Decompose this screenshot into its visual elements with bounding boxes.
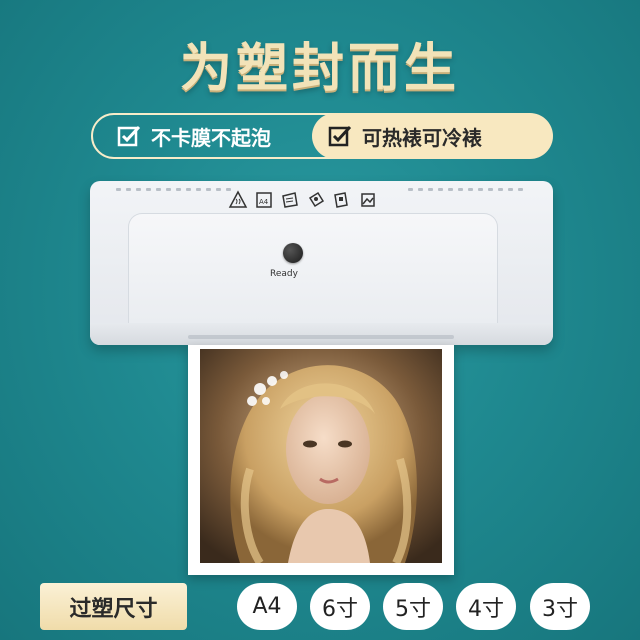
vent-right bbox=[408, 188, 523, 191]
feature-bar: 不卡膜不起泡 可热裱可冷裱 bbox=[91, 113, 553, 159]
card-icon bbox=[332, 190, 352, 210]
document-icon bbox=[306, 190, 326, 210]
a4-paper-icon: A4 bbox=[254, 190, 274, 210]
size-option-3-inch[interactable]: 3寸 bbox=[530, 583, 590, 630]
size-option-4-inch[interactable]: 4寸 bbox=[456, 583, 516, 630]
size-option-6-inch[interactable]: 6寸 bbox=[310, 583, 370, 630]
size-option-5-inch[interactable]: 5寸 bbox=[383, 583, 443, 630]
feature-label: 不卡膜不起泡 bbox=[151, 125, 271, 150]
size-label: 过塑尺寸 bbox=[40, 583, 187, 630]
laminator-machine: A4 Ready bbox=[90, 181, 553, 345]
vent-left bbox=[116, 188, 231, 191]
headline: 为塑封而生 bbox=[179, 39, 460, 99]
device-icons: A4 bbox=[228, 190, 378, 210]
portrait-photo bbox=[200, 349, 442, 563]
feed-lip bbox=[90, 323, 553, 345]
feature-label: 可热裱可冷裱 bbox=[362, 125, 482, 150]
checkbox-check-icon bbox=[117, 124, 141, 148]
laminated-photo bbox=[188, 345, 454, 575]
paper-slot bbox=[188, 335, 454, 339]
warning-hot-icon bbox=[228, 190, 248, 210]
size-option-a4[interactable]: A4 bbox=[237, 583, 297, 630]
laminate-pouch-icon bbox=[280, 190, 300, 210]
status-label: Ready bbox=[270, 269, 298, 279]
checkbox-check-icon bbox=[328, 124, 352, 148]
top-cover bbox=[128, 213, 498, 334]
feature-hot-cold: 可热裱可冷裱 bbox=[312, 113, 553, 159]
feature-no-jam: 不卡膜不起泡 bbox=[101, 113, 316, 159]
svg-text:A4: A4 bbox=[259, 198, 269, 206]
power-button[interactable] bbox=[283, 243, 303, 263]
photo-icon bbox=[358, 190, 378, 210]
